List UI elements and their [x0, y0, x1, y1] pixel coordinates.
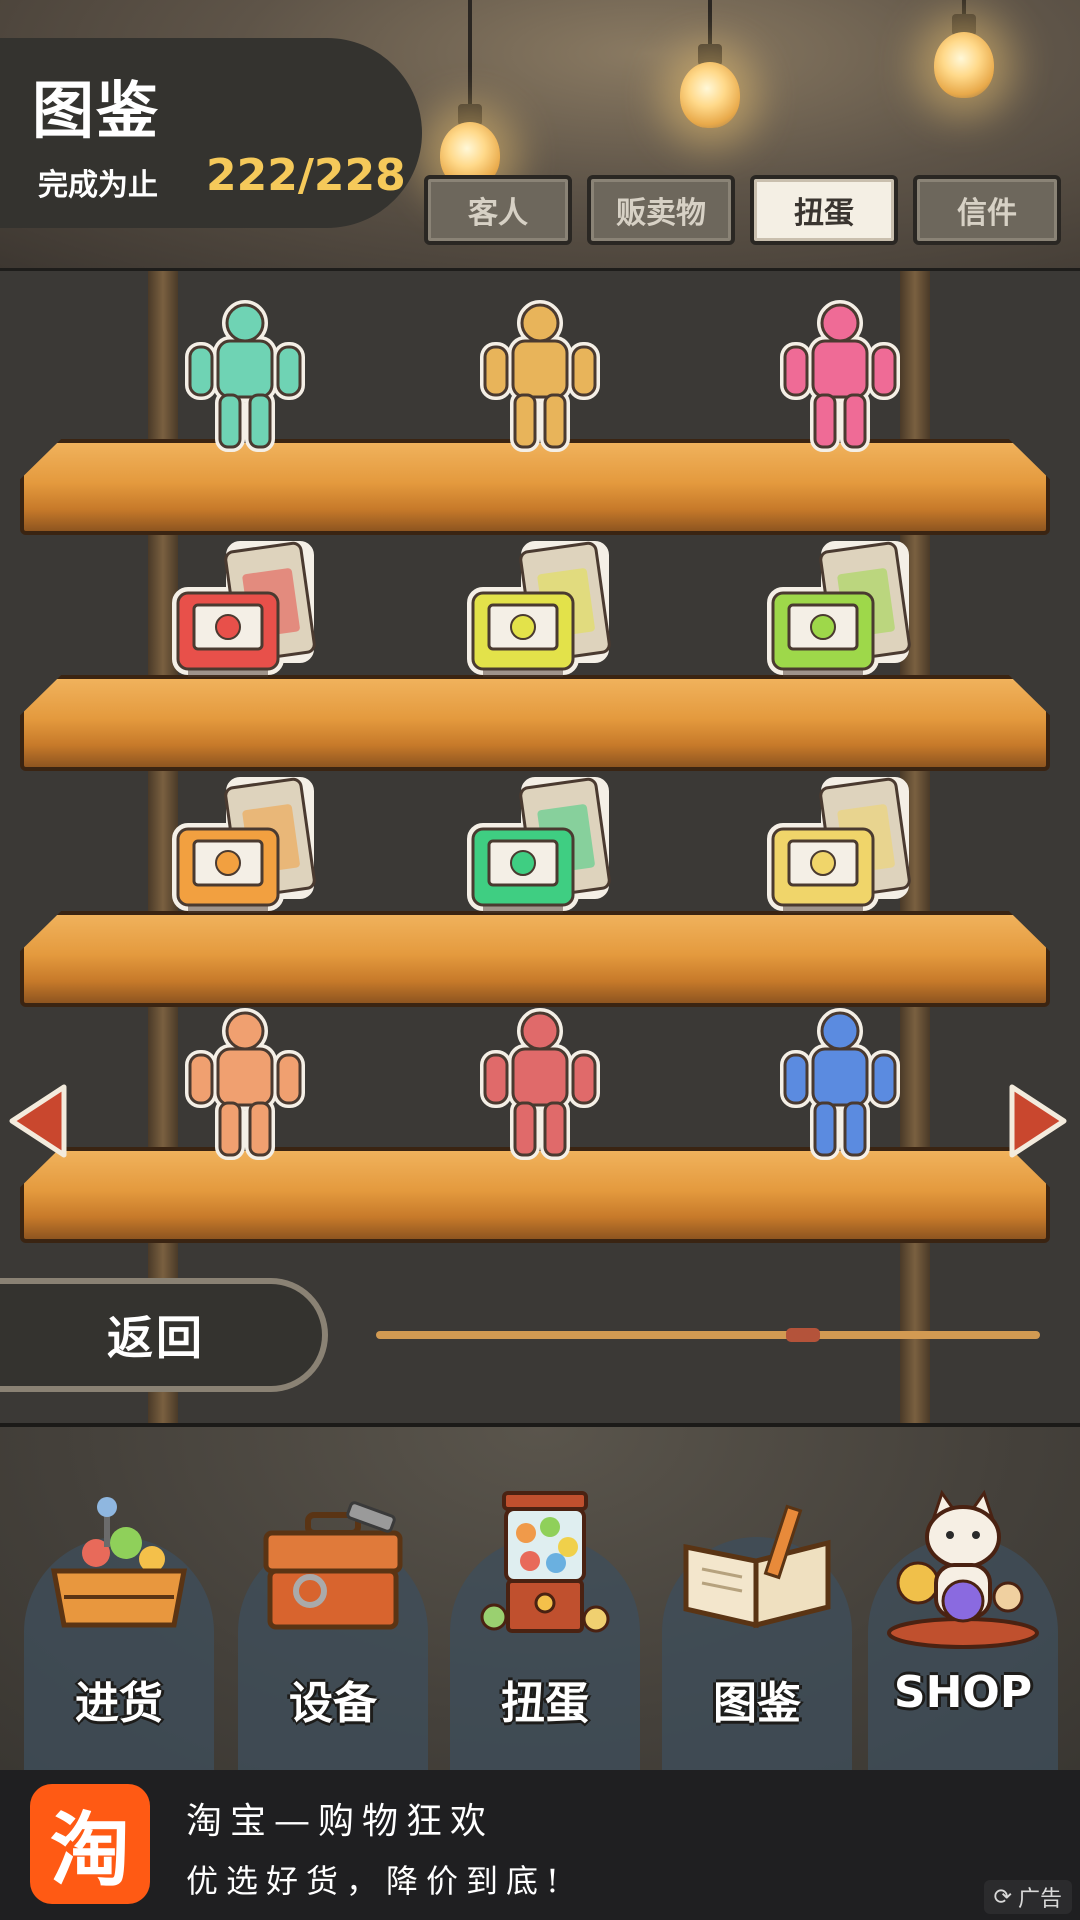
- yellow-game-cartridge[interactable]: [455, 527, 625, 697]
- gold-warrior-figure[interactable]: [455, 291, 625, 461]
- bottom-nav: 进货 设备 扭蛋 图鉴 SHOP: [0, 1423, 1080, 1774]
- ad-title[interactable]: 淘宝—购物狂欢: [186, 1792, 494, 1844]
- tab-guests[interactable]: 客人: [424, 175, 572, 245]
- ad-info-icon: ⟳: [993, 1884, 1012, 1910]
- ad-subtitle[interactable]: 优选好货，降价到底!: [186, 1856, 567, 1902]
- back-button[interactable]: 返回: [0, 1278, 328, 1392]
- ad-tag[interactable]: ⟳ 广告: [983, 1880, 1072, 1914]
- title-panel: 图鉴 完成为止 222/228: [0, 38, 422, 228]
- nav-restock[interactable]: 进货: [12, 1427, 226, 1774]
- lucky-cat-icon: [878, 1487, 1048, 1657]
- lime-game-cartridge[interactable]: [755, 527, 925, 697]
- nav-label: 设备: [289, 1678, 377, 1729]
- book-icon: [672, 1487, 842, 1657]
- orange-game-cartridge[interactable]: [160, 763, 330, 933]
- progress-label: 完成为止: [38, 168, 158, 203]
- nav-label: 进货: [75, 1678, 163, 1729]
- page-progress-track: [376, 1328, 1040, 1342]
- nav-label: 图鉴: [713, 1678, 801, 1729]
- page-progress-thumb[interactable]: [786, 1328, 820, 1342]
- pink-knight-figure[interactable]: [755, 291, 925, 461]
- tab-merchandise[interactable]: 贩卖物: [587, 175, 735, 245]
- green-robot-figure[interactable]: [160, 291, 330, 461]
- orange-fighter-figure[interactable]: [160, 999, 330, 1169]
- taobao-logo[interactable]: 淘: [30, 1784, 150, 1904]
- blue-beast-figure[interactable]: [755, 999, 925, 1169]
- ad-tag-label: 广告: [1017, 1887, 1062, 1912]
- collection-shelf-area: [0, 268, 1080, 1426]
- nav-encyclopedia[interactable]: 图鉴: [650, 1427, 864, 1774]
- nav-shop[interactable]: SHOP: [856, 1427, 1070, 1774]
- ad-banner[interactable]: 淘 淘宝—购物狂欢 优选好货，降价到底! ⟳ 广告: [0, 1770, 1080, 1920]
- toolbox-icon: [248, 1487, 418, 1657]
- tab-gacha[interactable]: 扭蛋: [750, 175, 898, 245]
- nav-label: 扭蛋: [501, 1678, 589, 1729]
- red-martial-figure[interactable]: [455, 999, 625, 1169]
- nav-gacha[interactable]: 扭蛋: [438, 1427, 652, 1774]
- gacha-machine-icon: [460, 1487, 630, 1657]
- header: 图鉴 完成为止 222/228 客人 贩卖物 扭蛋 信件: [0, 0, 1080, 268]
- next-page-arrow-icon[interactable]: [1006, 1083, 1068, 1159]
- prev-page-arrow-icon[interactable]: [8, 1083, 70, 1159]
- crate-icon: [34, 1487, 204, 1657]
- tab-letters[interactable]: 信件: [913, 175, 1061, 245]
- page-title: 图鉴: [32, 74, 161, 147]
- cream-game-cartridge[interactable]: [755, 763, 925, 933]
- red-game-cartridge[interactable]: [160, 527, 330, 697]
- nav-label: SHOP: [893, 1667, 1033, 1718]
- nav-equipment[interactable]: 设备: [226, 1427, 440, 1774]
- green-game-cartridge[interactable]: [455, 763, 625, 933]
- progress-value: 222/228: [206, 150, 406, 201]
